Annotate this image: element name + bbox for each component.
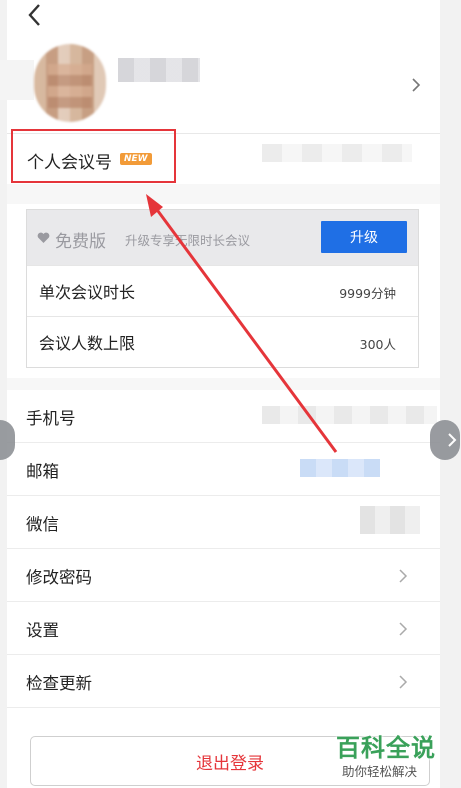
annotation-arrow xyxy=(146,194,338,453)
watermark-subtitle: 助你轻松解决 xyxy=(342,764,418,779)
watermark-logo: 百科全说 xyxy=(336,734,436,762)
